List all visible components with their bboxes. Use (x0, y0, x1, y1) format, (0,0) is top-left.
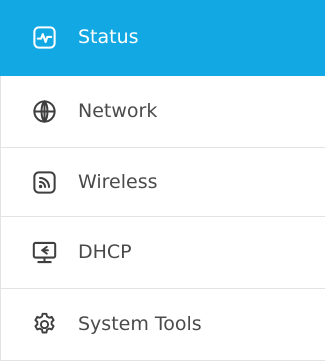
sidebar-item-system-tools[interactable]: System Tools (0, 289, 325, 361)
sidebar-item-label: Status (78, 26, 139, 48)
sidebar-item-status[interactable]: Status (0, 0, 325, 76)
sidebar-item-label: DHCP (78, 241, 132, 263)
sidebar-item-wireless[interactable]: Wireless (0, 148, 325, 217)
sidebar-menu: Status Network Wireless DHCP System Tool… (0, 0, 325, 361)
wireless-icon (31, 169, 58, 196)
sidebar-item-dhcp[interactable]: DHCP (0, 217, 325, 289)
globe-icon (31, 98, 58, 125)
sidebar-item-network[interactable]: Network (0, 76, 325, 148)
gear-icon (31, 311, 58, 338)
sidebar-item-label: Wireless (78, 170, 158, 193)
sidebar-item-label: Network (78, 100, 158, 122)
status-icon (31, 24, 58, 51)
dhcp-icon (31, 239, 58, 266)
sidebar-item-label: System Tools (78, 313, 202, 335)
